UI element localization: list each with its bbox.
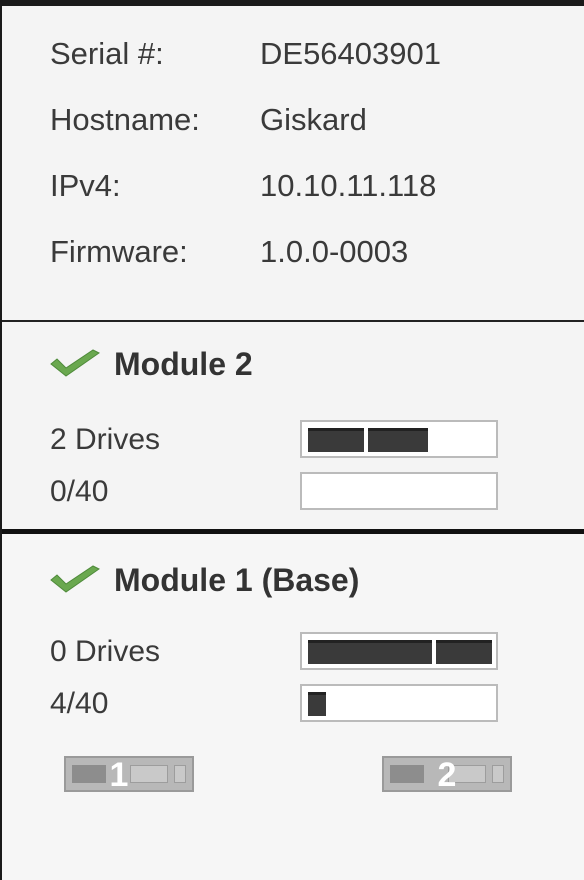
firmware-row: Firmware: 1.0.0-0003 [50,232,408,272]
drive-slot-2[interactable]: 2 [382,756,512,794]
drive-slot-1[interactable]: 1 [64,756,194,794]
module-1-title: Module 1 (Base) [114,561,360,598]
drive-segment [308,428,364,452]
drive-segment [308,640,432,664]
module-2-capacity-bar [300,472,498,510]
module-2-card[interactable]: Module 2 2 Drives 0/40 [2,322,584,534]
check-icon [48,565,102,595]
module-1-drives-bar [300,632,498,670]
ipv4-value: 10.10.11.118 [260,168,437,203]
module-1-header: Module 1 (Base) [48,558,359,602]
hostname-value: Giskard [260,102,367,137]
module-2-header: Module 2 [48,342,253,386]
serial-label: Serial #: [50,36,164,71]
capacity-fill [308,692,326,716]
device-info-section: Serial #: DE56403901 Hostname: Giskard I… [2,6,584,322]
hostname-label: Hostname: [50,102,200,137]
drive-slot-2-label: 2 [437,756,457,794]
drive-segment [368,428,428,452]
serial-value: DE56403901 [260,36,441,71]
module-2-drives-text: 2 Drives [50,423,161,456]
module-1-drives-text: 0 Drives [50,635,161,668]
storage-status-panel: Serial #: DE56403901 Hostname: Giskard I… [0,0,584,880]
module-2-drives-bar [300,420,498,458]
module-2-title: Module 2 [114,345,253,382]
hostname-row: Hostname: Giskard [50,100,367,140]
ipv4-row: IPv4: 10.10.11.118 [50,166,436,206]
firmware-value: 1.0.0-0003 [260,234,409,269]
module-1-capacity-bar [300,684,498,722]
drive-slot-1-label: 1 [109,756,129,794]
module-1-capacity-text: 4/40 [50,687,109,720]
serial-row: Serial #: DE56403901 [50,34,441,74]
check-icon [48,349,102,379]
firmware-label: Firmware: [50,234,188,269]
ipv4-label: IPv4: [50,168,121,203]
module-1-card[interactable]: Module 1 (Base) 0 Drives 4/40 1 2 [2,534,584,880]
module-2-capacity-text: 0/40 [50,475,109,508]
drive-segment [436,640,492,664]
